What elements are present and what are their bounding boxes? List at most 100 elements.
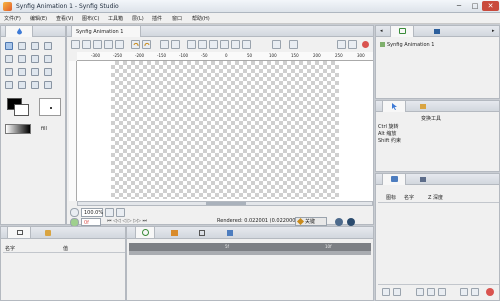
keyframe-lock-dropdown[interactable]: 关键: [295, 217, 327, 226]
drop-icon: [17, 28, 22, 35]
save-as-button[interactable]: [104, 40, 113, 49]
menu-view[interactable]: 查看(V): [56, 15, 73, 22]
menu-canvas[interactable]: 图布(C): [82, 15, 99, 22]
ruler-tick: -150: [157, 53, 167, 58]
history-tab-icon[interactable]: [420, 104, 426, 109]
keyframes-tab-icon[interactable]: [199, 230, 205, 236]
time-ruler[interactable]: 5f 10f: [129, 243, 371, 251]
tab-scroll-right[interactable]: ▸: [492, 28, 495, 34]
onion-skin-button[interactable]: [209, 40, 218, 49]
menu-toolbox[interactable]: 工具箱: [108, 15, 123, 22]
undo-button[interactable]: [131, 40, 140, 49]
sets-tab-icon[interactable]: [420, 177, 426, 182]
record-icon[interactable]: [362, 41, 369, 48]
fill-tool-button[interactable]: [31, 81, 39, 89]
transform-tool-button[interactable]: [5, 42, 13, 50]
new-file-button[interactable]: [71, 40, 80, 49]
raise-layer-button[interactable]: [382, 288, 390, 296]
menu-file[interactable]: 文件(F): [4, 15, 21, 22]
tab-params[interactable]: [7, 227, 31, 238]
tab-scroll-left[interactable]: ◂: [380, 28, 383, 34]
rectangle-tool-button[interactable]: [31, 55, 39, 63]
curves-tab-icon[interactable]: [171, 230, 178, 236]
zoom-fit-button[interactable]: [70, 208, 79, 217]
tab-synfig-animation-1[interactable]: Synfig Animation 1: [71, 26, 141, 37]
circle-tool-button[interactable]: [18, 55, 26, 63]
tab-tool-options[interactable]: [382, 101, 406, 112]
quality-button[interactable]: [272, 40, 281, 49]
gradient-tool-button[interactable]: [18, 68, 26, 76]
cutout-tool-button[interactable]: [5, 81, 13, 89]
eyedrop-tool-button[interactable]: [44, 81, 52, 89]
canvas-browser-item[interactable]: Synfig Animation 1: [387, 42, 434, 48]
tab-toolbox[interactable]: [5, 26, 33, 37]
scale-tool-button[interactable]: [31, 42, 39, 50]
show-grid-button[interactable]: [187, 40, 196, 49]
brush-size-preview[interactable]: [39, 98, 61, 116]
mirror-tool-button[interactable]: [5, 55, 13, 63]
close-button[interactable]: ✕: [482, 1, 499, 11]
tab-layers[interactable]: [382, 174, 406, 185]
zoom-out-button[interactable]: [105, 208, 114, 217]
snap-grid-button[interactable]: [198, 40, 207, 49]
draw-tool-button[interactable]: [44, 68, 52, 76]
save-all-button[interactable]: [115, 40, 124, 49]
sound-tab-icon[interactable]: [227, 230, 233, 236]
stop-button[interactable]: [337, 40, 346, 49]
duplicate-layer-button[interactable]: [416, 288, 424, 296]
navigator-tab-icon[interactable]: [434, 29, 440, 34]
current-time-field[interactable]: 0f: [81, 218, 101, 226]
zoom-field[interactable]: 100.0%: [81, 208, 103, 217]
delete-layer-button[interactable]: [486, 288, 494, 296]
spline-tool-button[interactable]: [31, 68, 39, 76]
show-guides-button[interactable]: [220, 40, 229, 49]
library-tab-icon[interactable]: [45, 230, 51, 236]
canvas-workarea[interactable]: [77, 61, 373, 201]
cut-layer-button[interactable]: [460, 288, 468, 296]
layers-col-icon: 图标: [386, 195, 397, 201]
layers-col-name: 名字: [404, 195, 415, 201]
default-gradient-swatch[interactable]: [5, 124, 31, 134]
playback-controls[interactable]: ⏮ ◁◁ ◁ ▷ ▷▷ ⏭: [107, 218, 147, 224]
future-keyframe-icon[interactable]: [347, 218, 355, 226]
encapsulate-layer-button[interactable]: [427, 288, 435, 296]
render-button[interactable]: [160, 40, 169, 49]
menu-edit[interactable]: 编辑(E): [30, 15, 47, 22]
group-layer-button[interactable]: [438, 288, 446, 296]
smooth-move-tool-button[interactable]: [18, 42, 26, 50]
canvas-checkerboard[interactable]: [111, 61, 339, 199]
timetrack-icon: [142, 229, 149, 236]
menu-window[interactable]: 窗口: [172, 15, 182, 22]
canvas-browser-panel: ◂ ▸ Synfig Animation 1: [375, 25, 500, 99]
lower-layer-button[interactable]: [393, 288, 401, 296]
open-file-button[interactable]: [82, 40, 91, 49]
width-tool-button[interactable]: [18, 81, 26, 89]
ruler-tick: 200: [313, 53, 321, 58]
canvas-tab-label: Synfig Animation 1: [76, 29, 124, 35]
params-panel: 名字 值: [0, 226, 126, 301]
save-file-button[interactable]: [93, 40, 102, 49]
background-render-button[interactable]: [289, 40, 298, 49]
snap-guides-button[interactable]: [231, 40, 240, 49]
tab-timetrack[interactable]: [135, 227, 155, 238]
fill-color-swatch[interactable]: [14, 104, 29, 116]
ruler-tick: 100: [269, 53, 277, 58]
low-res-button[interactable]: [242, 40, 251, 49]
copy-layer-button[interactable]: [471, 288, 479, 296]
preview-button[interactable]: [171, 40, 180, 49]
time-cursor-track[interactable]: [129, 251, 371, 255]
hscroll-thumb[interactable]: [206, 202, 246, 205]
star-tool-button[interactable]: [44, 55, 52, 63]
canvas-hscrollbar[interactable]: [77, 201, 373, 206]
menu-layer[interactable]: 层(L): [132, 15, 144, 22]
tab-canvas-browser[interactable]: [390, 26, 414, 37]
past-keyframe-icon[interactable]: [335, 218, 343, 226]
zoom-in-button[interactable]: [116, 208, 125, 217]
menu-plugins[interactable]: 插件: [152, 15, 162, 22]
refresh-button[interactable]: [348, 40, 357, 49]
menu-help[interactable]: 帮助(H): [192, 15, 210, 22]
redo-button[interactable]: [142, 40, 151, 49]
polygon-tool-button[interactable]: [5, 68, 13, 76]
rotate-tool-button[interactable]: [44, 42, 52, 50]
tool-options-tabbar: [376, 101, 499, 112]
